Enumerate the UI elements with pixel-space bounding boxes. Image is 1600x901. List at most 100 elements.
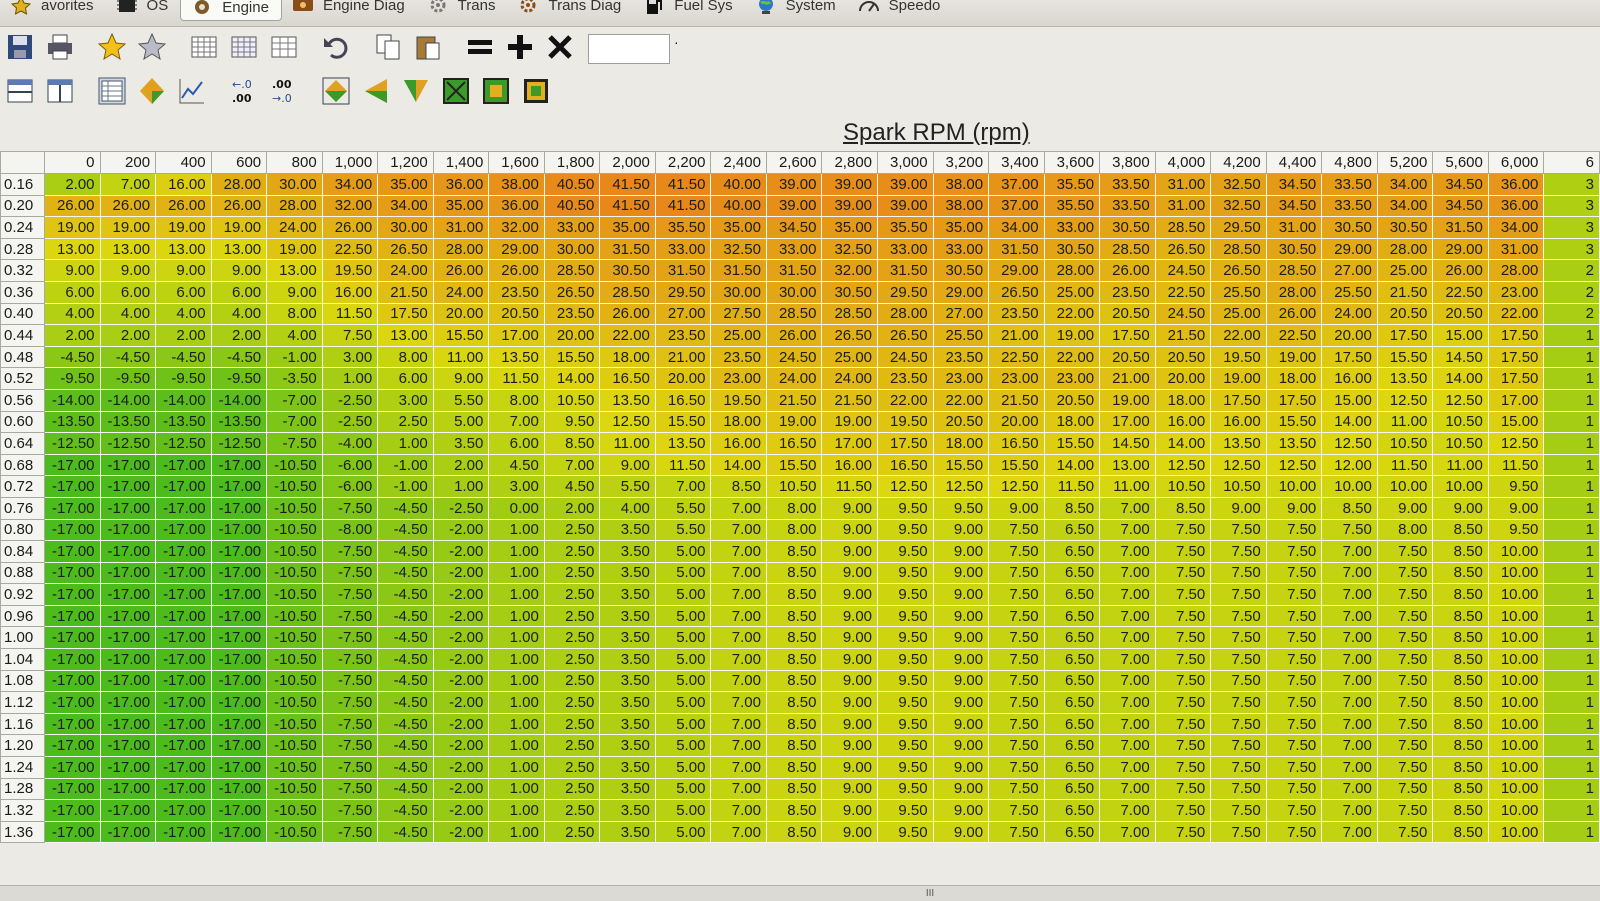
table-cell[interactable]: 9.00 <box>1432 496 1489 520</box>
table-cell[interactable]: 11.50 <box>321 302 379 326</box>
table-cell[interactable]: 2.50 <box>543 756 601 779</box>
table-cell[interactable]: 24.00 <box>266 216 323 239</box>
smooth-box-button[interactable] <box>438 76 474 110</box>
table-cell[interactable]: 33.00 <box>765 237 823 261</box>
table-cell[interactable]: 8.50 <box>765 777 823 801</box>
table-cell[interactable]: 38.00 <box>932 194 990 218</box>
table-cell[interactable]: 30.50 <box>932 259 990 282</box>
table-cell[interactable]: 10.00 <box>1487 799 1545 822</box>
table-cell[interactable]: 7.00 <box>1099 540 1156 563</box>
table-cell[interactable]: 7.50 <box>1154 583 1212 606</box>
table-cell[interactable]: 7.50 <box>1154 799 1212 822</box>
table-cell[interactable]: 7.50 <box>1265 540 1323 563</box>
multiply-button[interactable] <box>542 32 578 66</box>
column-header[interactable]: 2,600 <box>765 151 823 174</box>
table-cell[interactable]: 5.00 <box>654 540 712 563</box>
table-cell[interactable]: 9.50 <box>877 820 934 844</box>
table-cell[interactable]: 34.50 <box>1432 173 1489 196</box>
table-cell[interactable]: 1 <box>1543 410 1600 434</box>
table-cell[interactable]: 2.00 <box>543 496 601 520</box>
table-cell[interactable]: 4.00 <box>155 302 212 326</box>
table-cell[interactable]: 9.00 <box>821 756 879 779</box>
table-cell[interactable]: 5.00 <box>654 712 712 736</box>
table-cell[interactable]: 9.50 <box>877 691 934 714</box>
table-cell[interactable]: 1.00 <box>488 734 545 758</box>
table-cell[interactable]: -9.50 <box>43 367 101 390</box>
table-cell[interactable]: 9.00 <box>821 496 879 520</box>
row-header[interactable]: 0.28 <box>0 237 45 261</box>
column-header[interactable]: 3,400 <box>988 151 1045 174</box>
table-cell[interactable]: 7.00 <box>1099 777 1156 801</box>
table-cell[interactable]: -17.00 <box>210 626 268 650</box>
table-cell[interactable]: 19.00 <box>765 410 823 434</box>
table-cell[interactable]: 20.50 <box>1043 388 1101 412</box>
table-cell[interactable]: 8.50 <box>1432 626 1489 650</box>
table-cell[interactable]: 7.50 <box>1265 712 1323 736</box>
table-cell[interactable]: 6.00 <box>377 367 434 390</box>
table-cell[interactable]: -10.50 <box>266 626 323 650</box>
column-header[interactable]: 600 <box>210 151 268 174</box>
table-cell[interactable]: -17.00 <box>99 604 157 628</box>
table-cell[interactable]: 7.00 <box>710 496 767 520</box>
table-cell[interactable]: 3 <box>1543 216 1600 239</box>
table-cell[interactable]: 7.00 <box>1099 820 1156 844</box>
decimal-increase-button[interactable]: .00 →.0 <box>266 76 302 110</box>
table-cell[interactable]: -4.00 <box>321 432 379 455</box>
table-cell[interactable]: -10.50 <box>266 669 323 693</box>
table-cell[interactable]: 2.50 <box>543 648 601 671</box>
table-cell[interactable]: 9.00 <box>821 712 879 736</box>
table-cell[interactable]: 1 <box>1543 388 1600 412</box>
table-cell[interactable]: 8.00 <box>1376 518 1434 542</box>
table-cell[interactable]: 7.50 <box>1321 518 1378 542</box>
table-cell[interactable]: 12.50 <box>1376 388 1434 412</box>
table-cell[interactable]: 1 <box>1543 777 1600 801</box>
table-cell[interactable]: 2.50 <box>543 712 601 736</box>
paste-button[interactable] <box>410 32 446 66</box>
table-cell[interactable]: 30.50 <box>599 259 656 282</box>
table-cell[interactable]: 33.00 <box>1043 216 1101 239</box>
table-cell[interactable]: -2.50 <box>432 496 490 520</box>
table-cell[interactable]: 7.50 <box>321 324 379 347</box>
table-cell[interactable]: 2.00 <box>155 324 212 347</box>
table-cell[interactable]: -17.00 <box>155 648 212 671</box>
table-cell[interactable]: 4.00 <box>210 302 268 326</box>
table-cell[interactable]: 1 <box>1543 345 1600 369</box>
table-cell[interactable]: -12.50 <box>210 432 268 455</box>
table-cell[interactable]: 25.50 <box>1321 280 1378 304</box>
table-cell[interactable]: 29.50 <box>654 280 712 304</box>
table-cell[interactable]: 20.50 <box>1376 302 1434 326</box>
table-cell[interactable]: 7.50 <box>1376 648 1434 671</box>
table-cell[interactable]: 8.50 <box>1432 734 1489 758</box>
table-cell[interactable]: 20.50 <box>1432 302 1489 326</box>
table-cell[interactable]: 13.50 <box>654 432 712 455</box>
table-cell[interactable]: 7.00 <box>1321 820 1378 844</box>
table-cell[interactable]: -4.50 <box>99 345 157 369</box>
table-cell[interactable]: 23.50 <box>932 345 990 369</box>
table-cell[interactable]: 40.00 <box>710 194 767 218</box>
table-cell[interactable]: -2.00 <box>432 561 490 585</box>
table-cell[interactable]: 41.50 <box>599 173 656 196</box>
table-cell[interactable]: 26.00 <box>99 194 157 218</box>
table-cell[interactable]: 8.50 <box>1432 561 1489 585</box>
table-cell[interactable]: 6.00 <box>43 280 101 304</box>
table-cell[interactable]: 15.50 <box>1376 345 1434 369</box>
table-cell[interactable]: 6.50 <box>1043 669 1101 693</box>
table-cell[interactable]: -17.00 <box>155 626 212 650</box>
table-cell[interactable]: 28.50 <box>765 302 823 326</box>
table-cell[interactable]: -10.50 <box>266 518 323 542</box>
table-cell[interactable]: -17.00 <box>43 583 101 606</box>
table-cell[interactable]: 9.00 <box>432 367 490 390</box>
table-cell[interactable]: 7.50 <box>1376 669 1434 693</box>
table-cell[interactable]: 8.00 <box>377 345 434 369</box>
table-cell[interactable]: -10.50 <box>266 561 323 585</box>
table-cell[interactable]: -2.00 <box>432 712 490 736</box>
table-cell[interactable]: 10.50 <box>543 388 601 412</box>
table-cell[interactable]: 7.50 <box>988 626 1045 650</box>
table-cell[interactable]: 1.00 <box>377 432 434 455</box>
table-cell[interactable]: 7.50 <box>988 691 1045 714</box>
table-cell[interactable]: 14.50 <box>1432 345 1489 369</box>
table-cell[interactable]: -17.00 <box>155 453 212 477</box>
table-cell[interactable]: -7.50 <box>321 799 379 822</box>
table-cell[interactable]: -17.00 <box>43 712 101 736</box>
table-cell[interactable]: 24.00 <box>1321 302 1378 326</box>
